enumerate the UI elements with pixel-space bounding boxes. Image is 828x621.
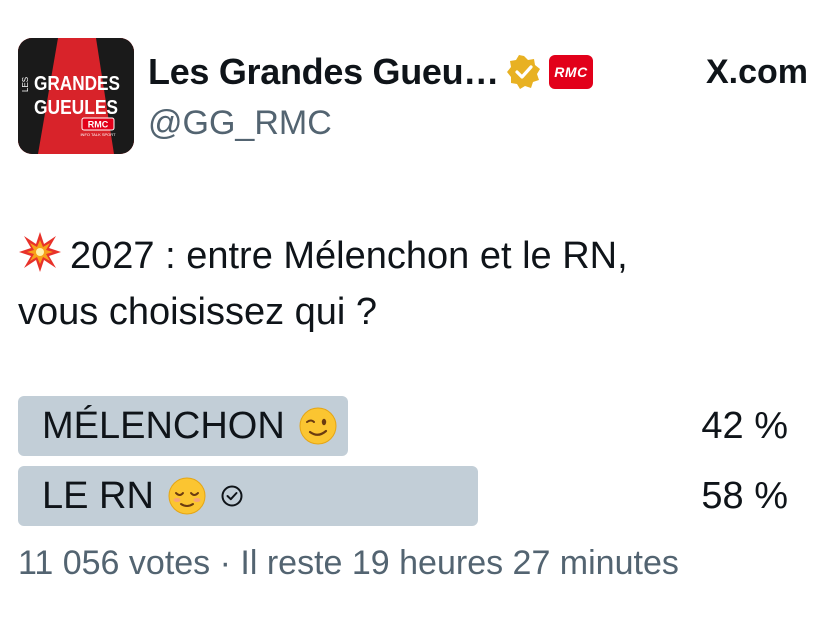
- tweet-text-line2: vous choisissez qui ?: [18, 291, 378, 333]
- name-row: Les Grandes Gueu… RMC: [148, 50, 593, 94]
- tweet-text-line1: 2027 : entre Mélenchon et le RN,: [70, 235, 628, 277]
- avatar-brand: RMC: [88, 120, 109, 130]
- tweet-header: LES GRANDES GUEULES RMC INFO TALK SPORT …: [18, 38, 808, 154]
- source-label: X.com: [706, 50, 808, 94]
- poll-percent: 58 %: [701, 474, 788, 517]
- poll-option-label-wrap: MÉLENCHON: [42, 396, 337, 456]
- poll-option-label: MÉLENCHON: [42, 404, 285, 447]
- avatar-line1: GRANDES: [34, 73, 120, 95]
- poll: MÉLENCHON 42 % LE RN 58 %: [18, 396, 788, 536]
- selected-check-icon: [221, 485, 243, 507]
- collision-icon: [19, 232, 61, 272]
- source-text: X.com: [705, 52, 808, 91]
- display-name[interactable]: Les Grandes Gueu…: [148, 51, 499, 93]
- poll-option-label-wrap: LE RN: [42, 466, 244, 526]
- poll-option-label: LE RN: [42, 474, 154, 517]
- poll-meta: 11 056 votes · Il reste 19 heures 27 min…: [18, 544, 679, 582]
- avatar-line2: GUEULES: [34, 97, 118, 119]
- avatar-tagline: INFO TALK SPORT: [80, 132, 116, 137]
- verified-badge-icon: [507, 55, 540, 89]
- avatar-small-text: LES: [21, 77, 30, 92]
- avatar[interactable]: LES GRANDES GUEULES RMC INFO TALK SPORT: [18, 38, 134, 154]
- poll-option-melenchon[interactable]: MÉLENCHON 42 %: [18, 396, 788, 456]
- handle[interactable]: @GG_RMC: [148, 104, 332, 143]
- winking-face-icon: [299, 407, 337, 445]
- relieved-face-icon: [168, 477, 206, 515]
- poll-option-rn[interactable]: LE RN 58 %: [18, 466, 788, 526]
- affiliate-badge[interactable]: RMC: [549, 55, 593, 89]
- poll-percent: 42 %: [701, 404, 788, 447]
- tweet-text: 2027 : entre Mélenchon et le RN, vous ch…: [18, 228, 808, 340]
